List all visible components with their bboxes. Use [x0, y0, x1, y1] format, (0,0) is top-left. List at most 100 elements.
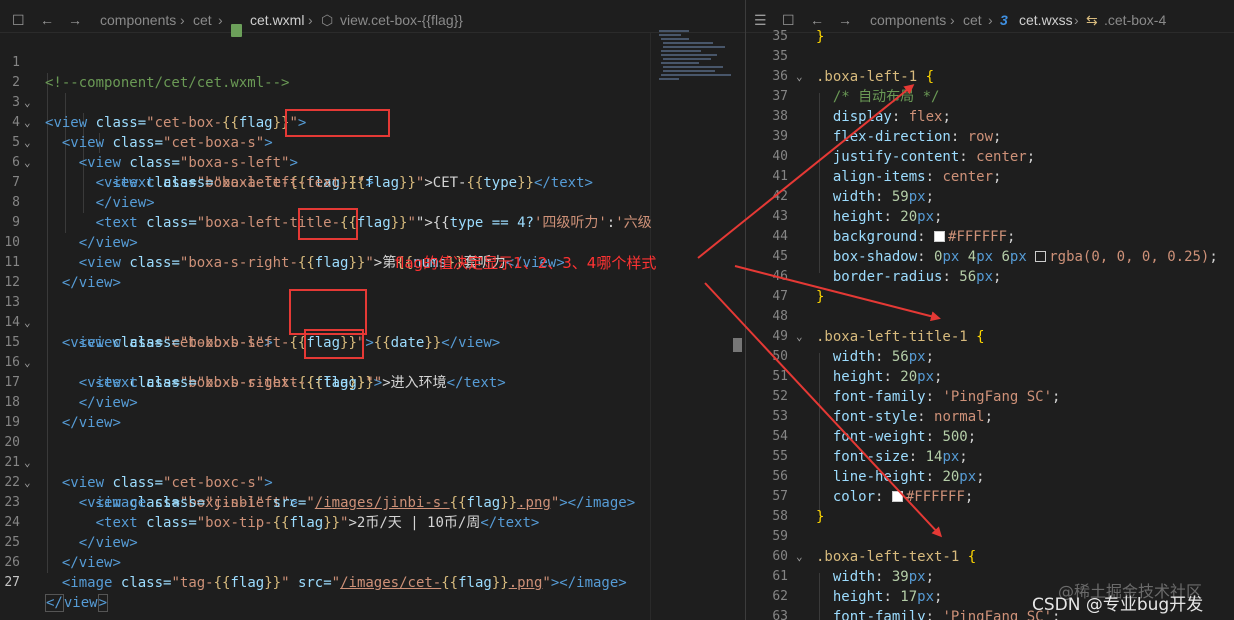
bookmark-icon[interactable]: ☐ [12, 12, 25, 29]
line-number: 45 [772, 249, 788, 264]
breadcrumb-separator: › [950, 12, 955, 28]
fold-chevron-icon[interactable]: ⌄ [796, 547, 803, 567]
line-number: 56 [772, 469, 788, 484]
fold-chevron-icon[interactable]: ⌄ [796, 327, 803, 347]
code-line: 10 <view class="boxa-s-right-{{flag}}">第… [0, 213, 745, 271]
line-number: 52 [772, 389, 788, 404]
code-line: 7 </view> [0, 153, 745, 211]
flag-highlight-box [285, 109, 390, 137]
code-line: 35 [746, 47, 1234, 67]
code-line: 50 width: 56px; [746, 347, 1234, 367]
line-number: 63 [772, 609, 788, 620]
line-number: 59 [772, 529, 788, 544]
color-swatch[interactable] [934, 231, 946, 242]
color-swatch[interactable] [891, 491, 903, 502]
line-number: 50 [772, 349, 788, 364]
code-line: 51 height: 20px; [746, 367, 1234, 387]
code-line: 60 ⌄ .boxa-left-text-1 { [746, 547, 1234, 567]
forward-arrow-icon[interactable]: → [838, 12, 852, 28]
wxss-editor-pane[interactable]: ☰ ☐ ← → components › cet › 3 cet.wxss › … [746, 0, 1234, 620]
code-line: 41 align-items: center; [746, 167, 1234, 187]
code-line: 47} [746, 287, 1234, 307]
breadcrumb-node[interactable]: view.cet-box-{{flag}} [340, 12, 463, 28]
line-number: 39 [772, 129, 788, 144]
line-number: 41 [772, 169, 788, 184]
line-number: 58 [772, 509, 788, 524]
flag-highlight-box [304, 329, 364, 359]
line-number: 55 [772, 449, 788, 464]
code-line: 9 </view> [0, 193, 745, 251]
line-number: 60 [772, 549, 788, 564]
wxml-editor-pane[interactable]: ☐ ← → components › cet › cet.wxml › ⬡ vi… [0, 0, 745, 620]
code-line: 56 line-height: 20px; [746, 467, 1234, 487]
breadcrumb-cet[interactable]: cet [963, 12, 982, 28]
flag-highlight-box [298, 208, 358, 240]
line-number: 46 [772, 269, 788, 284]
line-number: 42 [772, 189, 788, 204]
code-line: 16 <text class="boxb-s-text-{{flag}}">进入… [0, 333, 745, 391]
code-line: 55 font-size: 14px; [746, 447, 1234, 467]
breadcrumb-cet[interactable]: cet [193, 12, 212, 28]
code-line: 46 border-radius: 56px; [746, 267, 1234, 287]
code-line: 13 ⌄ <view class="cet-boxb-s"> [0, 273, 745, 351]
breadcrumb-file[interactable]: cet.wxss [1019, 12, 1073, 28]
code-line: 3 ⌄ <view class="cet-boxa-s"> [0, 73, 745, 151]
code-area[interactable]: 1 <!--component/cet/cet.wxml--> 2 ⌄ <vie… [0, 33, 745, 620]
line-number: 51 [772, 369, 788, 384]
code-line: 54 font-weight: 500; [746, 427, 1234, 447]
line-number: 27 [4, 575, 20, 590]
code-line: 23 <text class="box-tip-{{flag}}">2币/天 |… [0, 473, 745, 531]
line-number: 54 [772, 429, 788, 444]
code-line: 58} [746, 507, 1234, 527]
code-line: 17 </view> [0, 353, 745, 411]
code-line: 11 </view> [0, 233, 745, 291]
code-line: 53 font-style: normal; [746, 407, 1234, 427]
code-line: 1 <!--component/cet/cet.wxml--> [0, 33, 745, 91]
css-file-icon: 3 [1000, 12, 1008, 28]
breadcrumb-separator: › [218, 12, 223, 28]
code-line: 26 <image class="tag-{{flag}}" src="/ima… [0, 533, 745, 591]
code-line: 21 ⌄ <view class="boxc-s-left"> [0, 433, 745, 511]
code-line: 35} [746, 27, 1234, 47]
line-number: 40 [772, 149, 788, 164]
code-line: 14 <view class="boxb-s-left-{{flag}}">{{… [0, 293, 745, 351]
breadcrumb-components[interactable]: components [870, 12, 946, 28]
code-line: 20 ⌄ <view class="cet-boxc-s"> [0, 413, 745, 491]
code-line: 49 ⌄ .boxa-left-title-1 { [746, 327, 1234, 347]
line-number: 43 [772, 209, 788, 224]
color-swatch[interactable] [1035, 251, 1047, 262]
line-number: 38 [772, 109, 788, 124]
forward-arrow-icon[interactable]: → [68, 12, 82, 28]
breadcrumb-separator: › [180, 12, 185, 28]
breadcrumb-file[interactable]: cet.wxml [250, 12, 304, 28]
code-line: 44 background: #FFFFFF; [746, 227, 1234, 247]
code-line: 8 <text class="boxa-left-title-{{flag}}"… [0, 173, 745, 231]
code-line: 43 height: 20px; [746, 207, 1234, 227]
code-line: 15 ⌄ <view class="boxb-s-right-{{flag}}"… [0, 313, 745, 391]
annotation-text: flag的值决定显示1、2、3、4哪个样式 [395, 254, 657, 272]
back-arrow-icon[interactable]: ← [40, 12, 54, 28]
cube-icon: ⬡ [321, 12, 334, 28]
code-line: 25 </view> [0, 513, 745, 571]
code-line: 2 ⌄ <view class="cet-box-{{flag}}"> [0, 53, 745, 131]
breadcrumb-components[interactable]: components [100, 12, 176, 28]
line-number: 35 [772, 49, 788, 64]
code-line: 45 box-shadow: 0px 4px 6px rgba(0, 0, 0,… [746, 247, 1234, 267]
code-line: 36 ⌄ .boxa-left-1 { [746, 67, 1234, 87]
code-line: 48 [746, 307, 1234, 327]
csdn-watermark: CSDN @专业bug开发 [1032, 595, 1204, 615]
code-line: 57 color: #FFFFFF; [746, 487, 1234, 507]
line-number: 57 [772, 489, 788, 504]
line-number: 48 [772, 309, 788, 324]
breadcrumb: ☐ ← → components › cet › cet.wxml › ⬡ vi… [0, 0, 745, 37]
code-line: 19 [0, 393, 745, 430]
line-number: 53 [772, 409, 788, 424]
breadcrumb-separator: › [1074, 12, 1079, 28]
back-arrow-icon[interactable]: ← [810, 12, 824, 28]
code-area[interactable]: 35} 35 36 ⌄ .boxa-left-1 { 37 /* 自动布局 */ 3… [746, 29, 1234, 620]
breadcrumb-separator: › [308, 12, 313, 28]
line-number: 49 [772, 329, 788, 344]
fold-chevron-icon[interactable]: ⌄ [796, 67, 803, 87]
code-line: 37 /* 自动布局 */ [746, 87, 1234, 107]
breadcrumb-node[interactable]: .cet-box-4 [1104, 12, 1166, 28]
